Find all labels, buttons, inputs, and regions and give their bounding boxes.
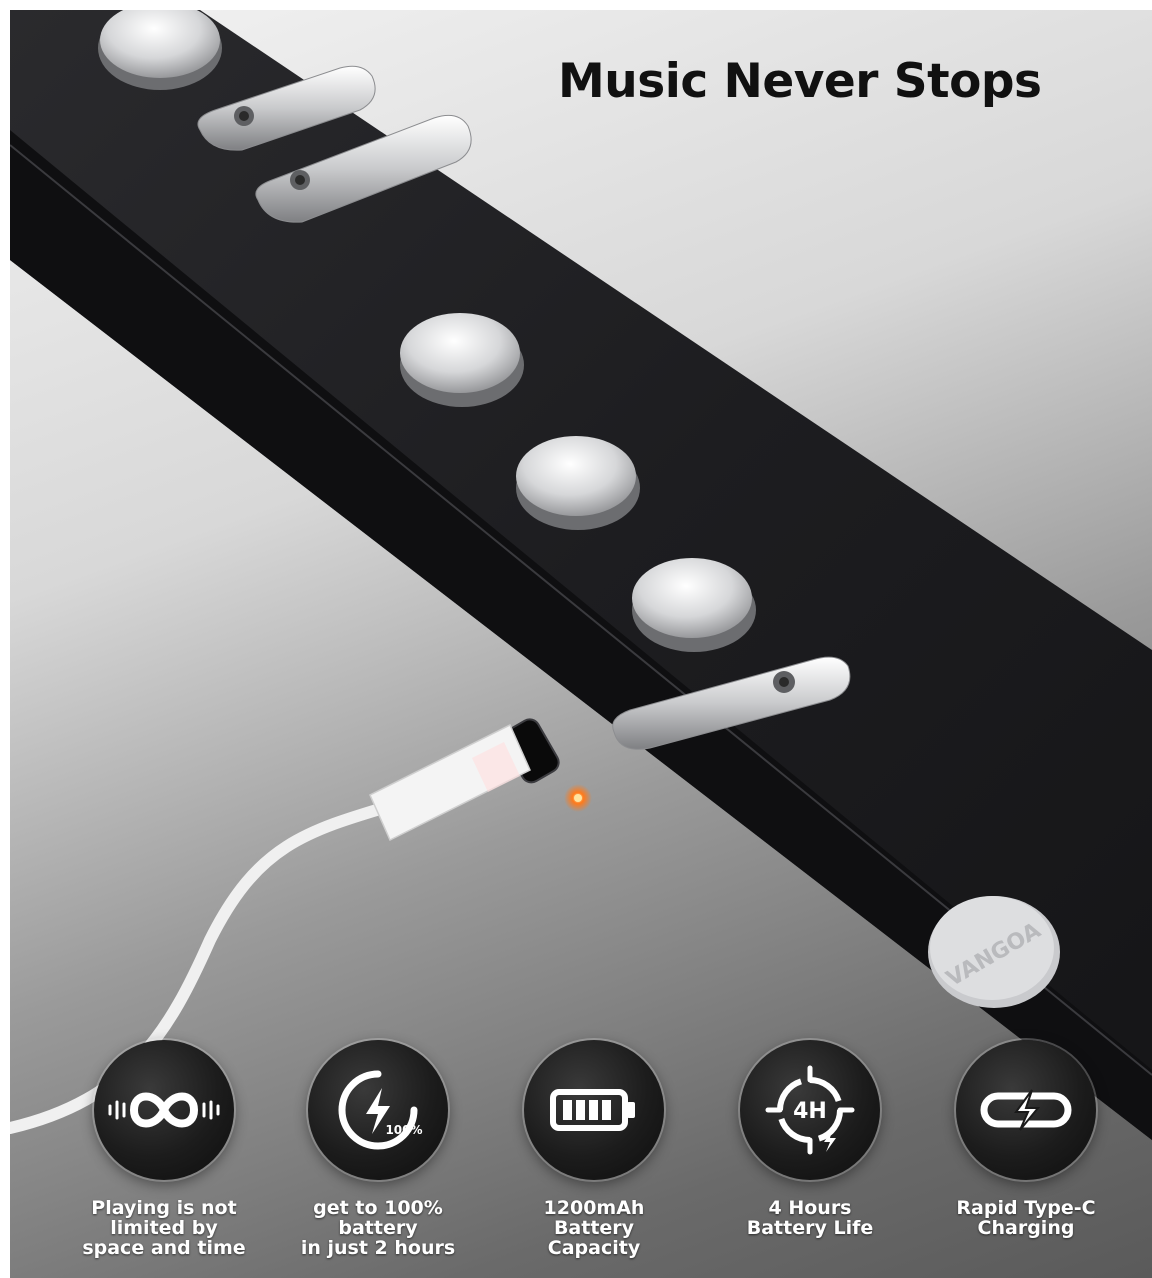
feature-battery-life: 4H 4 Hours Battery Life: [720, 1040, 900, 1238]
feature-label: Playing is not limited by space and time: [82, 1197, 246, 1259]
charge-badge: 100%: [385, 1123, 422, 1137]
four-hour-clock-icon: 4H: [765, 1065, 855, 1155]
charging-bolt-icon: 100%: [338, 1070, 423, 1150]
feature-label: 4 Hours Battery Life: [746, 1197, 874, 1239]
feature-circle: [94, 1040, 234, 1180]
feature-type-c: Rapid Type-C Charging: [936, 1040, 1116, 1238]
product-image-frame: Music Never Stops Playing is not limited…: [10, 10, 1152, 1278]
hours-badge: 4H: [793, 1099, 827, 1124]
battery-icon: [550, 1089, 635, 1131]
feature-fast-charge: 100% get to 100% battery in just 2 hours: [288, 1040, 468, 1258]
feature-circle: 4H: [740, 1040, 880, 1180]
feature-circle: 100%: [308, 1040, 448, 1180]
feature-label: get to 100% battery in just 2 hours: [300, 1197, 456, 1259]
feature-circle: [524, 1040, 664, 1180]
infinity-wave-icon: [108, 1092, 220, 1128]
feature-battery-capacity: 1200mAh Battery Capacity: [504, 1040, 684, 1258]
feature-label: 1200mAh Battery Capacity: [543, 1197, 645, 1259]
headline: Music Never Stops: [558, 54, 1042, 109]
feature-label: Rapid Type-C Charging: [956, 1197, 1096, 1239]
feature-unlimited: Playing is not limited by space and time: [74, 1040, 254, 1258]
brand-badge: [928, 896, 1060, 1008]
type-c-plug-icon: [980, 1089, 1072, 1131]
feature-circle: [956, 1040, 1096, 1180]
